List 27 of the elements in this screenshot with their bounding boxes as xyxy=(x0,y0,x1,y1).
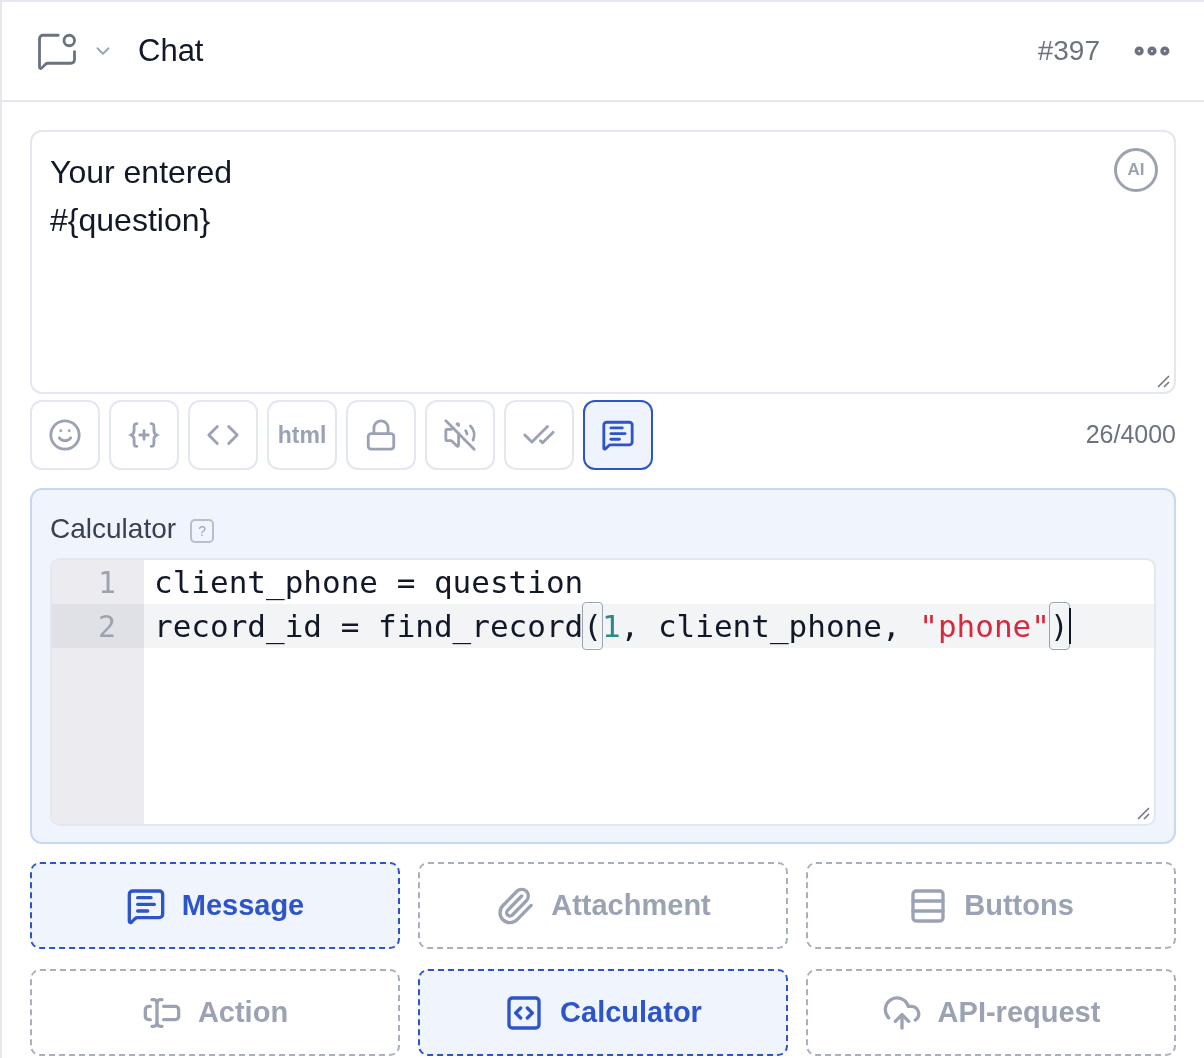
line-number: 2 xyxy=(97,607,116,646)
paperclip-icon xyxy=(495,885,536,926)
resize-handle-icon[interactable] xyxy=(1156,374,1170,388)
block-button[interactable]: API-request xyxy=(806,969,1176,1056)
block-button[interactable]: Attachment xyxy=(418,862,788,949)
help-icon[interactable]: ? xyxy=(190,519,215,543)
lock-icon xyxy=(364,418,398,452)
message-icon xyxy=(601,418,635,452)
calculator-label: Calculator xyxy=(50,512,177,546)
message-field[interactable]: Your entered #{question} AI xyxy=(30,130,1176,394)
block-button[interactable]: Message xyxy=(30,862,400,949)
smile-icon xyxy=(48,418,82,452)
block-button[interactable]: Calculator xyxy=(418,969,788,1056)
toolbar-button[interactable]: html xyxy=(267,400,337,470)
block-button[interactable]: Buttons xyxy=(806,862,1176,949)
speaker-off-icon xyxy=(443,418,477,452)
line-number: 1 xyxy=(97,563,116,602)
toolbar-button[interactable] xyxy=(583,400,653,470)
ai-icon[interactable]: AI xyxy=(1114,148,1158,192)
code-editor[interactable]: 1 2 client_phone = question record_id = find_record(1, client_phone, "phone") xyxy=(50,558,1156,826)
character-counter: 26/4000 xyxy=(1085,419,1176,451)
header-title: Chat xyxy=(138,31,204,70)
code-line: client_phone = question xyxy=(153,562,585,603)
block-button[interactable]: Action xyxy=(30,969,400,1056)
text-cursor xyxy=(1068,608,1071,644)
chat-number: #397 xyxy=(1037,34,1100,68)
resize-handle-icon[interactable] xyxy=(1136,806,1150,820)
